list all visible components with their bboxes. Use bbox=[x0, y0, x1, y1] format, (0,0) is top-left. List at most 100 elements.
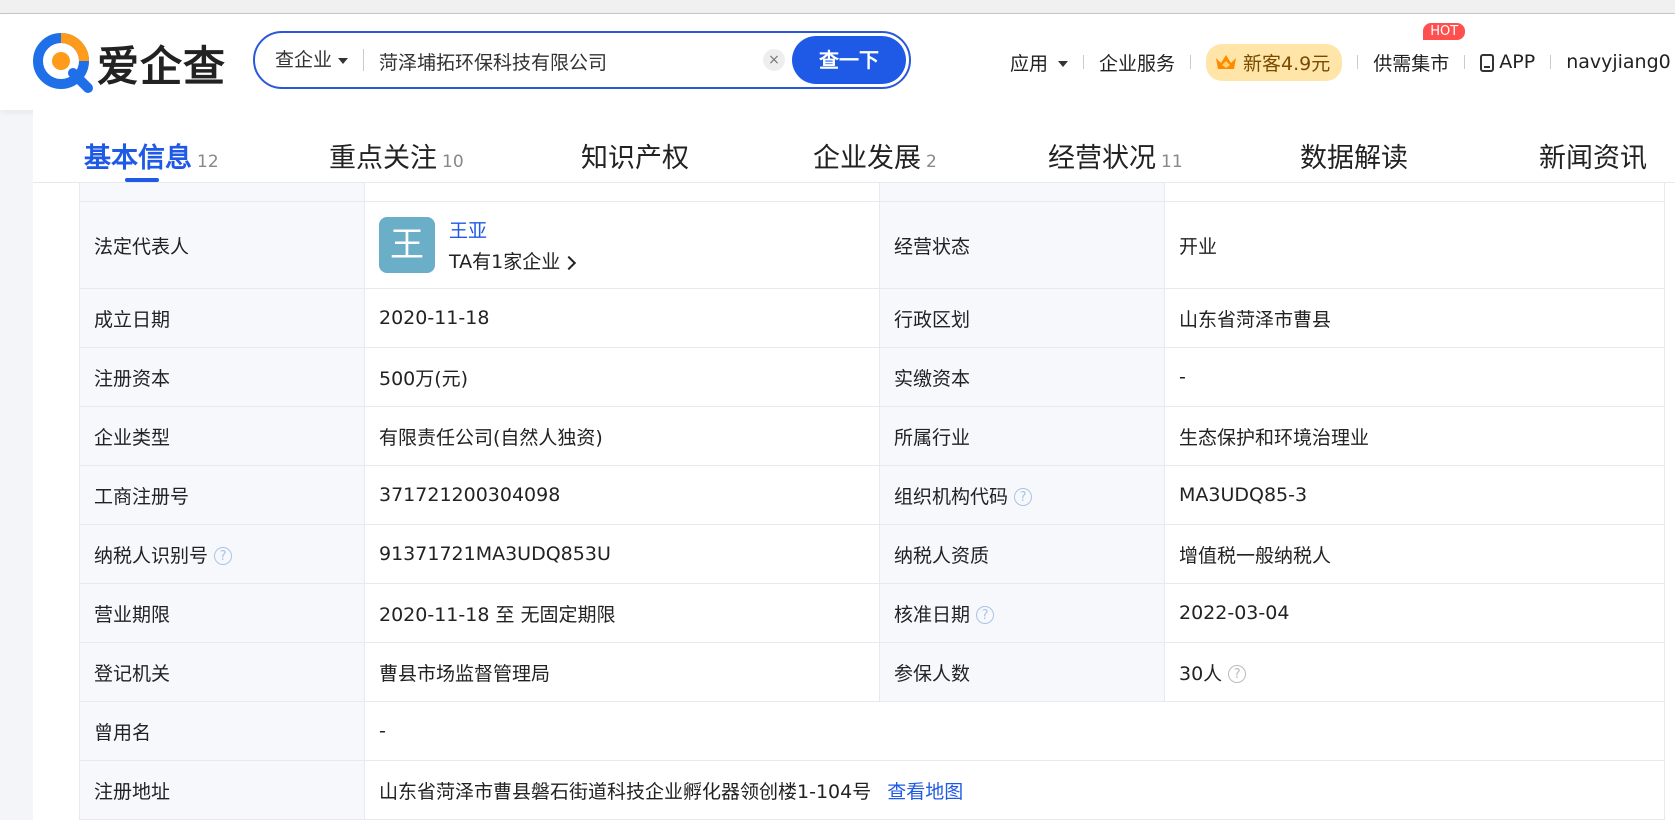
table-row: 工商注册号 371721200304098 组织机构代码? MA3UDQ85-3 bbox=[79, 465, 1665, 525]
basic-info-table: 法定代表人 王 王亚 TA有1家企业 经营状态 开业 成立日期 2020-11-… bbox=[79, 182, 1665, 820]
tab-label: 基本信息 bbox=[84, 143, 192, 174]
insured-label: 参保人数 bbox=[879, 642, 1165, 702]
tab-operations[interactable]: 经营状况 11 bbox=[1048, 136, 1183, 175]
insured-cell: 30人? bbox=[1164, 642, 1665, 702]
top-nav: 应用 企业服务 新客4.9元 供需集市 HOT APP navyjiang0 bbox=[1010, 14, 1671, 110]
type-value: 有限责任公司(自然人独资) bbox=[364, 406, 880, 466]
org-code-value: MA3UDQ85-3 bbox=[1164, 465, 1665, 525]
tab-label: 知识产权 bbox=[581, 143, 689, 174]
help-icon[interactable]: ? bbox=[214, 547, 233, 565]
approve-value: 2022-03-04 bbox=[1164, 583, 1665, 643]
authority-value: 曹县市场监督管理局 bbox=[364, 642, 880, 702]
vip-offer-button[interactable]: 新客4.9元 bbox=[1206, 43, 1343, 81]
nav-divider bbox=[1464, 55, 1466, 69]
table-row: 企业类型 有限责任公司(自然人独资) 所属行业 生态保护和环境治理业 bbox=[79, 406, 1665, 466]
chevron-down-icon bbox=[1058, 61, 1069, 67]
table-cell bbox=[879, 182, 1165, 202]
avatar[interactable]: 王 bbox=[379, 217, 435, 273]
crown-icon bbox=[1216, 55, 1237, 69]
tab-data-insight[interactable]: 数据解读 bbox=[1300, 136, 1408, 175]
tab-count: 11 bbox=[1161, 152, 1183, 172]
tab-basic-info[interactable]: 基本信息 12 bbox=[84, 136, 219, 175]
logo-q-icon bbox=[33, 33, 93, 93]
tab-count: 10 bbox=[442, 152, 464, 172]
nav-apps[interactable]: 应用 bbox=[1010, 49, 1069, 76]
legal-rep-label: 法定代表人 bbox=[79, 201, 365, 289]
nav-supply-demand-label: 供需集市 bbox=[1373, 52, 1450, 75]
reg-capital-label: 注册资本 bbox=[79, 347, 365, 407]
address-value: 山东省菏泽市曹县磐石街道科技企业孵化器领创楼1-104号 bbox=[379, 780, 872, 803]
nav-enterprise-service[interactable]: 企业服务 bbox=[1099, 49, 1175, 76]
tab-label: 数据解读 bbox=[1300, 143, 1408, 174]
tab-count: 2 bbox=[926, 152, 937, 172]
tax-qual-value: 增值税一般纳税人 bbox=[1164, 524, 1665, 584]
legal-rep-name-link[interactable]: 王亚 bbox=[449, 216, 574, 243]
clear-icon[interactable]: × bbox=[763, 49, 785, 71]
table-row: 注册地址 山东省菏泽市曹县磐石街道科技企业孵化器领创楼1-104号 查看地图 bbox=[79, 760, 1665, 820]
tab-news[interactable]: 新闻资讯 bbox=[1539, 136, 1647, 175]
nav-app-label: APP bbox=[1499, 51, 1536, 73]
status-label: 经营状态 bbox=[879, 201, 1165, 289]
paid-capital-label: 实缴资本 bbox=[879, 347, 1165, 407]
mobile-icon bbox=[1480, 53, 1495, 72]
search-button[interactable]: 查一下 bbox=[792, 36, 906, 84]
address-label: 注册地址 bbox=[79, 760, 365, 820]
tab-key-focus[interactable]: 重点关注 10 bbox=[329, 136, 464, 175]
help-icon[interactable]: ? bbox=[1014, 488, 1033, 506]
site-header: 爱企查 查企业 × 查一下 应用 企业服务 新客4.9元 供需集市 HOT AP… bbox=[0, 14, 1675, 110]
table-row bbox=[79, 182, 1665, 202]
tab-label: 企业发展 bbox=[813, 143, 921, 174]
reg-capital-value: 500万(元) bbox=[364, 347, 880, 407]
tab-label: 重点关注 bbox=[329, 143, 437, 174]
nav-divider bbox=[1083, 55, 1085, 69]
address-cell: 山东省菏泽市曹县磐石街道科技企业孵化器领创楼1-104号 查看地图 bbox=[364, 760, 1665, 820]
vip-offer-label: 新客4.9元 bbox=[1243, 52, 1331, 75]
hot-badge: HOT bbox=[1423, 22, 1466, 40]
nav-divider bbox=[1357, 55, 1359, 69]
org-code-cell: 组织机构代码? bbox=[879, 465, 1165, 525]
help-icon[interactable]: ? bbox=[976, 606, 995, 624]
industry-value: 生态保护和环境治理业 bbox=[1164, 406, 1665, 466]
view-map-link[interactable]: 查看地图 bbox=[887, 781, 963, 803]
status-value: 开业 bbox=[1164, 201, 1665, 289]
former-name-value: - bbox=[364, 701, 1665, 761]
browser-top-edge bbox=[0, 0, 1675, 14]
table-cell bbox=[79, 182, 365, 202]
user-name[interactable]: navyjiang0 bbox=[1566, 51, 1671, 73]
tax-id-cell: 纳税人识别号? bbox=[79, 524, 365, 584]
reg-no-value: 371721200304098 bbox=[364, 465, 880, 525]
table-row: 法定代表人 王 王亚 TA有1家企业 经营状态 开业 bbox=[79, 201, 1665, 289]
search-divider bbox=[363, 49, 364, 71]
logo[interactable]: 爱企查 bbox=[33, 32, 226, 94]
help-icon[interactable]: ? bbox=[1228, 665, 1247, 683]
tab-development[interactable]: 企业发展 2 bbox=[813, 136, 937, 175]
org-code-label: 组织机构代码 bbox=[894, 485, 1009, 508]
legal-rep-companies-link[interactable]: TA有1家企业 bbox=[449, 247, 577, 274]
legal-rep-cell: 王 王亚 TA有1家企业 bbox=[364, 201, 880, 289]
table-row: 营业期限 2020-11-18 至 无固定期限 核准日期? 2022-03-04 bbox=[79, 583, 1665, 643]
table-row: 成立日期 2020-11-18 行政区划 山东省菏泽市曹县 bbox=[79, 288, 1665, 348]
nav-app[interactable]: APP bbox=[1480, 51, 1535, 73]
nav-divider bbox=[1550, 55, 1552, 69]
approve-label: 核准日期 bbox=[894, 603, 971, 626]
term-label: 营业期限 bbox=[79, 583, 365, 643]
chevron-right-icon bbox=[562, 255, 577, 270]
nav-supply-demand[interactable]: 供需集市 HOT bbox=[1373, 22, 1466, 76]
insured-value: 30人 bbox=[1179, 662, 1223, 685]
search-type-select[interactable]: 查企业 bbox=[275, 33, 349, 87]
search-box: 查企业 × 查一下 bbox=[253, 31, 911, 89]
tab-count: 12 bbox=[197, 152, 219, 172]
tab-label: 新闻资讯 bbox=[1539, 143, 1647, 174]
nav-divider bbox=[1190, 55, 1192, 69]
term-value: 2020-11-18 至 无固定期限 bbox=[364, 583, 880, 643]
region-label: 行政区划 bbox=[879, 288, 1165, 348]
approve-cell: 核准日期? bbox=[879, 583, 1165, 643]
region-value: 山东省菏泽市曹县 bbox=[1164, 288, 1665, 348]
section-tabs: 基本信息 12 重点关注 10 知识产权 企业发展 2 经营状况 11 数据解读 新闻资… bbox=[33, 110, 1675, 183]
search-type-label: 查企业 bbox=[275, 49, 333, 71]
tax-id-label: 纳税人识别号 bbox=[94, 544, 209, 567]
nav-apps-label: 应用 bbox=[1010, 52, 1049, 75]
tab-ip[interactable]: 知识产权 bbox=[581, 136, 689, 175]
authority-label: 登记机关 bbox=[79, 642, 365, 702]
type-label: 企业类型 bbox=[79, 406, 365, 466]
